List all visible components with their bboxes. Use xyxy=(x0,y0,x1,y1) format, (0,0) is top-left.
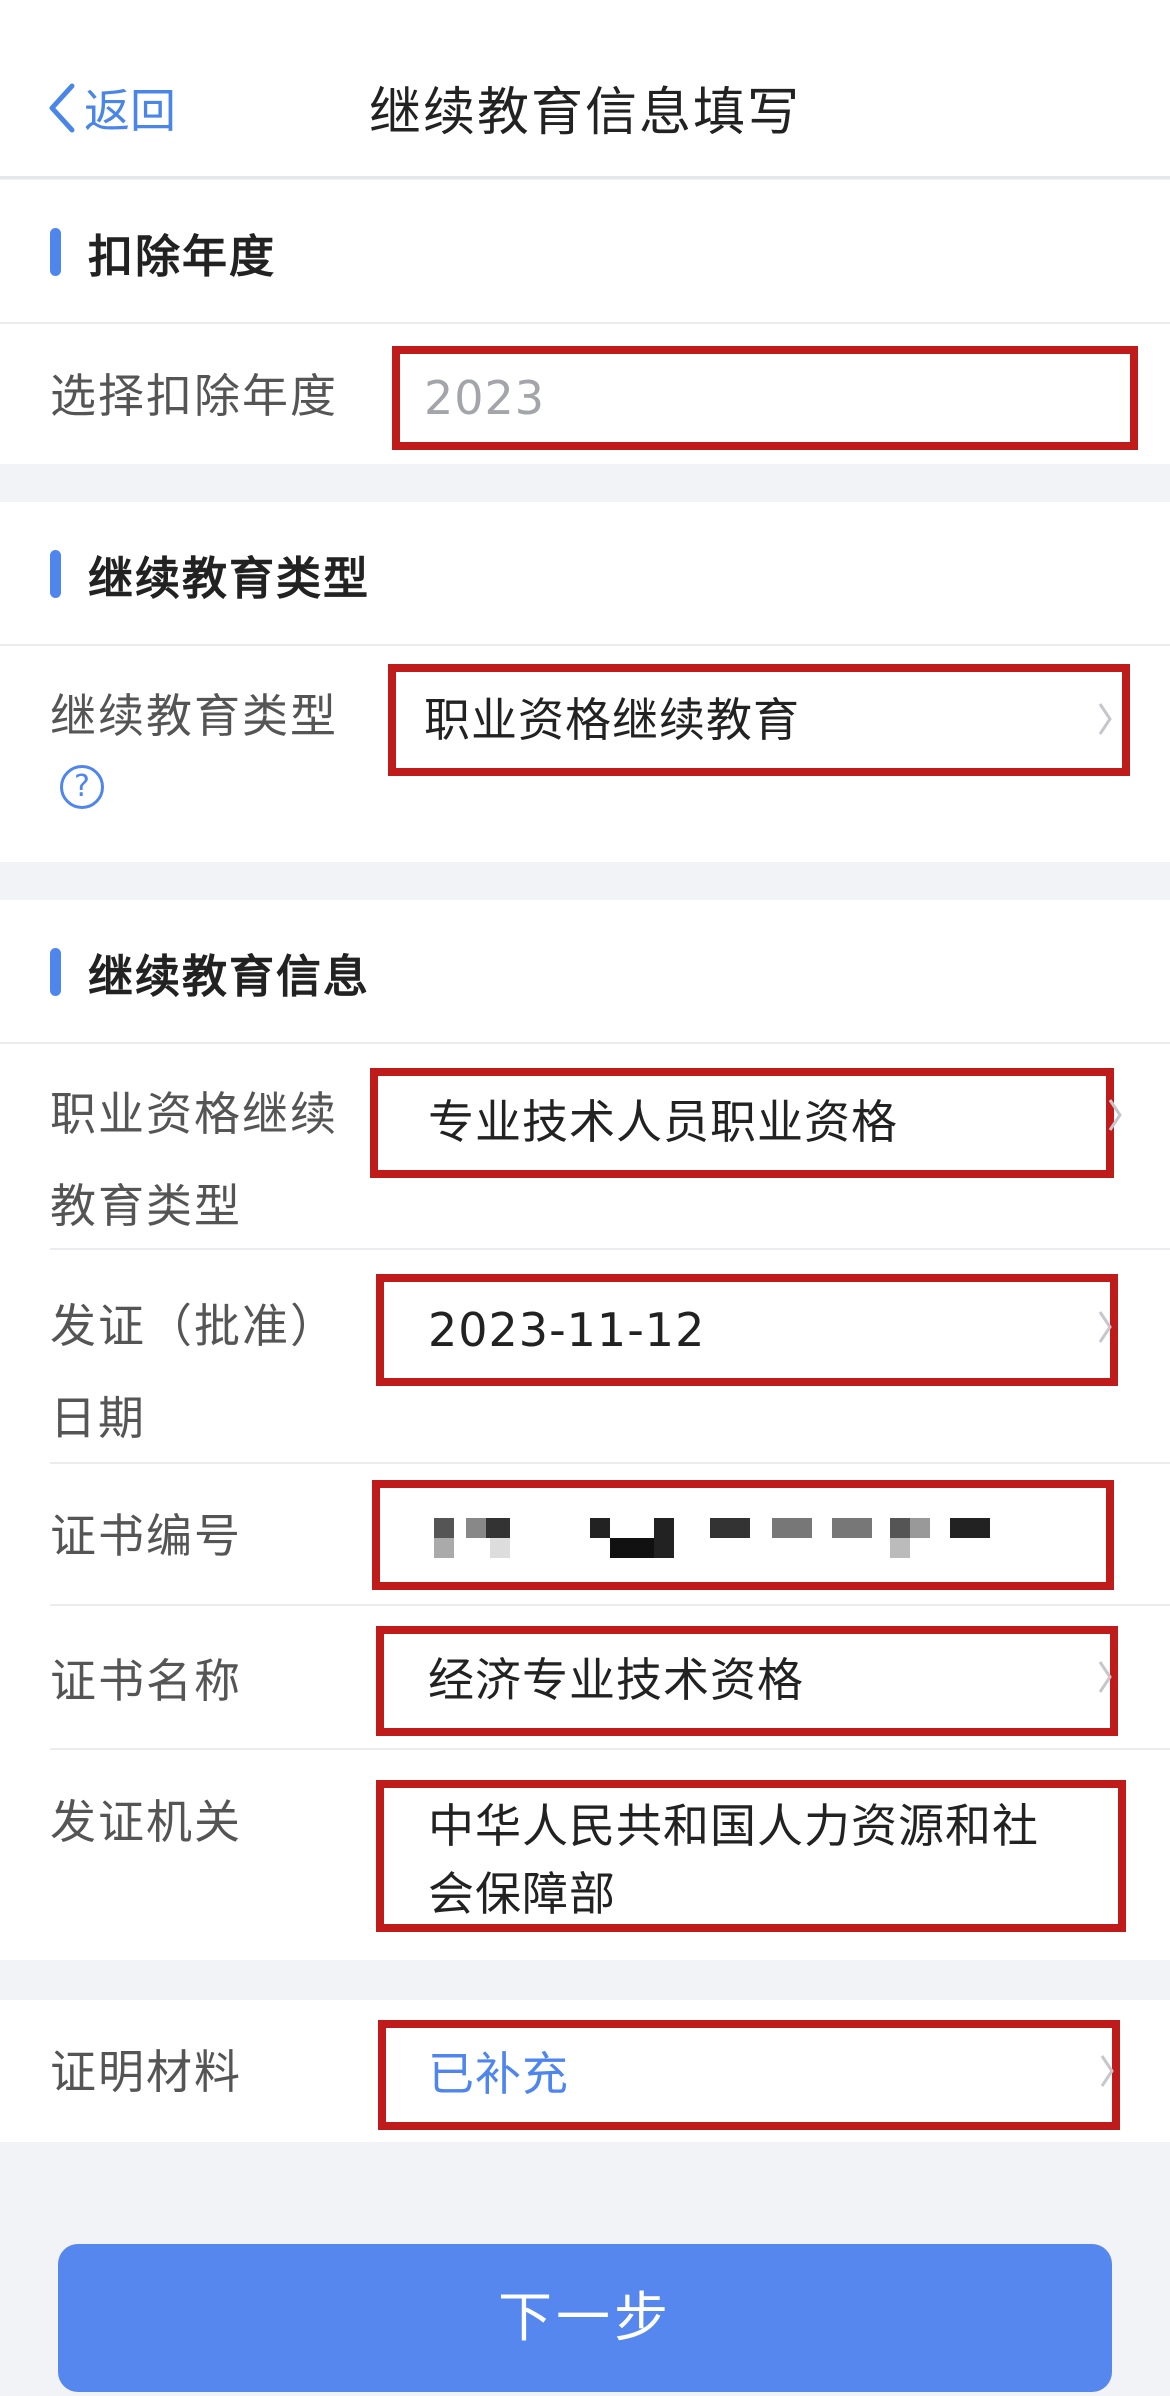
value-line: 会保障部 xyxy=(428,1867,616,1921)
section-accent-bar xyxy=(50,948,61,996)
education-info-section: 继续教育信息 职业资格继续 教育类型 专业技术人员职业资格 发证（批准） 日期 … xyxy=(0,900,1170,1960)
qualification-type-value: 专业技术人员职业资格 xyxy=(428,1095,898,1149)
certificate-name-field[interactable]: 经济专业技术资格 xyxy=(376,1626,1118,1736)
section-accent-bar xyxy=(50,228,61,276)
help-icon[interactable]: ? xyxy=(60,765,104,809)
issuing-authority-label: 发证机关 xyxy=(50,1795,242,1849)
page-title: 继续教育信息填写 xyxy=(368,83,801,143)
deduction-year-section: 扣除年度 选择扣除年度 2023 xyxy=(0,180,1170,464)
chevron-right-icon xyxy=(1100,2055,1114,2087)
issue-date-value: 2023-11-12 xyxy=(428,1303,706,1357)
education-type-value: 职业资格继续教育 xyxy=(424,693,800,747)
certificate-number-field[interactable] xyxy=(372,1480,1114,1590)
education-type-select[interactable]: 职业资格继续教育 xyxy=(388,664,1130,776)
chevron-right-icon xyxy=(1098,703,1112,735)
deduction-year-label: 选择扣除年度 xyxy=(50,369,338,423)
masked-certificate-number xyxy=(380,1488,1106,1582)
qualification-type-label: 职业资格继续 教育类型 xyxy=(50,1068,338,1252)
label-line: 发证（批准） xyxy=(50,1299,338,1353)
chevron-right-icon xyxy=(1108,1099,1122,1131)
deduction-year-value: 2023 xyxy=(424,371,546,425)
certificate-name-label: 证书名称 xyxy=(50,1654,242,1708)
qualification-type-select[interactable]: 专业技术人员职业资格 xyxy=(370,1068,1122,1178)
certificate-number-label: 证书编号 xyxy=(50,1509,242,1563)
label-line: 日期 xyxy=(50,1391,146,1445)
education-type-label: 继续教育类型 xyxy=(50,689,338,743)
section-header: 继续教育信息 xyxy=(0,900,1170,1044)
label-line: 职业资格继续 xyxy=(50,1087,338,1141)
section-title: 继续教育信息 xyxy=(88,950,371,1003)
chevron-right-icon xyxy=(1098,1311,1112,1343)
label-line: 教育类型 xyxy=(50,1179,242,1233)
next-step-button[interactable]: 下一步 xyxy=(58,2244,1112,2392)
proof-materials-value: 已补充 xyxy=(428,2047,569,2101)
row-divider xyxy=(50,1604,1170,1606)
proof-materials-section: 证明材料 已补充 xyxy=(0,2000,1170,2142)
row-divider xyxy=(50,1462,1170,1464)
issuing-authority-value: 中华人民共和国人力资源和社 会保障部 xyxy=(428,1792,1039,1928)
education-type-section: 继续教育类型 继续教育类型 职业资格继续教育 xyxy=(0,502,1170,862)
issue-date-label: 发证（批准） 日期 xyxy=(50,1280,338,1464)
section-title: 扣除年度 xyxy=(88,230,277,283)
section-accent-bar xyxy=(50,550,61,598)
section-header: 扣除年度 xyxy=(0,180,1170,324)
navbar: 返回 继续教育信息填写 xyxy=(0,0,1170,179)
value-line: 中华人民共和国人力资源和社 xyxy=(428,1799,1039,1853)
section-header: 继续教育类型 xyxy=(0,502,1170,646)
issuing-authority-field[interactable]: 中华人民共和国人力资源和社 会保障部 xyxy=(376,1780,1126,1932)
chevron-right-icon xyxy=(1098,1661,1112,1693)
row-divider xyxy=(50,1248,1170,1250)
proof-materials-label: 证明材料 xyxy=(50,2045,242,2099)
section-title: 继续教育类型 xyxy=(88,552,371,605)
deduction-year-field[interactable]: 2023 xyxy=(392,346,1138,450)
certificate-name-value: 经济专业技术资格 xyxy=(428,1653,804,1707)
proof-materials-field[interactable]: 已补充 xyxy=(378,2020,1120,2130)
issue-date-picker[interactable]: 2023-11-12 xyxy=(376,1274,1118,1386)
row-divider xyxy=(50,1748,1170,1750)
